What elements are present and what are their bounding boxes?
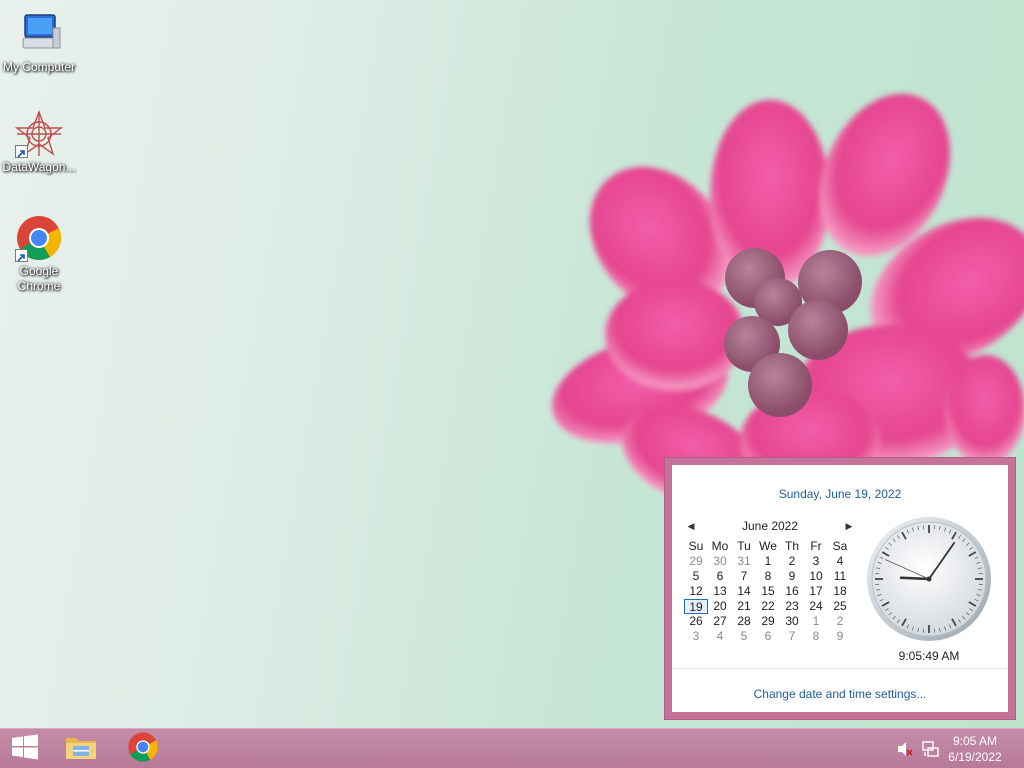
- digital-time: 9:05:49 AM: [898, 649, 960, 663]
- long-date-link[interactable]: Sunday, June 19, 2022: [672, 487, 1008, 501]
- desktop-icon-label: DataWagon...: [2, 160, 76, 174]
- calendar-day[interactable]: 22: [756, 599, 780, 614]
- calendar-day[interactable]: 4: [708, 629, 732, 644]
- calendar-day[interactable]: 24: [804, 599, 828, 614]
- calendar-day[interactable]: 21: [732, 599, 756, 614]
- calendar-day[interactable]: 31: [732, 554, 756, 569]
- tray-time: 9:05 AM: [952, 734, 998, 748]
- divider: [672, 668, 1008, 669]
- weekday-header: Fr: [810, 539, 822, 553]
- chrome-icon: [127, 731, 159, 768]
- calendar-day[interactable]: 12: [684, 584, 708, 599]
- calendar-day[interactable]: 1: [756, 554, 780, 569]
- calendar-day-today[interactable]: 19: [684, 599, 708, 614]
- calendar-day[interactable]: 2: [780, 554, 804, 569]
- calendar-day[interactable]: 20: [708, 599, 732, 614]
- start-button[interactable]: [0, 729, 50, 768]
- calendar-day[interactable]: 8: [756, 569, 780, 584]
- taskbar-file-explorer[interactable]: [56, 729, 106, 768]
- calendar-day[interactable]: 9: [828, 629, 852, 644]
- calendar-header: ◀ June 2022 ▶: [684, 517, 856, 535]
- calendar-day[interactable]: 6: [756, 629, 780, 644]
- month-calendar: ◀ June 2022 ▶ Su Mo Tu We Th Fr Sa 29 30 31 1 2 3 4 5 6…: [684, 517, 856, 644]
- desktop-icon-label: My Computer: [2, 60, 76, 74]
- calendar-day[interactable]: 25: [828, 599, 852, 614]
- calendar-day[interactable]: 29: [684, 554, 708, 569]
- desktop-icon-my-computer[interactable]: My Computer: [0, 10, 79, 75]
- calendar-day[interactable]: 11: [828, 569, 852, 584]
- weekday-header: Sa: [832, 539, 848, 553]
- calendar-day[interactable]: 7: [780, 629, 804, 644]
- calendar-day[interactable]: 1: [804, 614, 828, 629]
- desktop-icon-datawagon[interactable]: DataWagon...: [0, 110, 79, 175]
- calendar-day[interactable]: 3: [804, 554, 828, 569]
- calendar-day[interactable]: 17: [804, 584, 828, 599]
- tray-date: 6/19/2022: [948, 750, 1002, 764]
- speaker-muted-icon[interactable]: [896, 740, 914, 758]
- calendar-day[interactable]: 5: [684, 569, 708, 584]
- taskbar-clock[interactable]: 9:05 AM 6/19/2022: [940, 733, 1010, 765]
- weekday-header: Th: [784, 539, 799, 553]
- shortcut-arrow-icon: [15, 249, 28, 262]
- calendar-day[interactable]: 13: [708, 584, 732, 599]
- taskbar-google-chrome[interactable]: [118, 729, 168, 768]
- calendar-grid: Su Mo Tu We Th Fr Sa 29 30 31 1 2 3 4 5 6 7 8 9 10 11 12 13 14 1…: [684, 539, 856, 644]
- weekday-header: Tu: [737, 539, 751, 553]
- taskbar: 9:05 AM 6/19/2022: [0, 728, 1024, 768]
- calendar-day[interactable]: 6: [708, 569, 732, 584]
- chevron-right-icon[interactable]: ▶: [842, 521, 856, 532]
- analog-clock: [865, 515, 993, 643]
- calendar-day[interactable]: 5: [732, 629, 756, 644]
- calendar-day[interactable]: 30: [708, 554, 732, 569]
- date-time-flyout: Sunday, June 19, 2022 ◀ June 2022 ▶ Su Mo…: [664, 457, 1016, 720]
- folder-icon: [64, 732, 98, 767]
- weekday-header: We: [759, 539, 777, 553]
- chrome-icon: [15, 214, 63, 262]
- chevron-left-icon[interactable]: ◀: [684, 521, 698, 532]
- desktop-icon-label: Google Chrome: [17, 264, 61, 293]
- weekday-header: Su: [688, 539, 704, 553]
- calendar-day[interactable]: 27: [708, 614, 732, 629]
- calendar-day[interactable]: 4: [828, 554, 852, 569]
- calendar-day[interactable]: 26: [684, 614, 708, 629]
- computer-icon: [15, 10, 63, 58]
- flyout-panel: Sunday, June 19, 2022 ◀ June 2022 ▶ Su Mo…: [672, 465, 1008, 712]
- calendar-day[interactable]: 30: [780, 614, 804, 629]
- calendar-day[interactable]: 2: [828, 614, 852, 629]
- calendar-day[interactable]: 15: [756, 584, 780, 599]
- calendar-day[interactable]: 10: [804, 569, 828, 584]
- calendar-day[interactable]: 8: [804, 629, 828, 644]
- datawagon-icon: [14, 110, 64, 158]
- calendar-day[interactable]: 7: [732, 569, 756, 584]
- calendar-day[interactable]: 16: [780, 584, 804, 599]
- calendar-day[interactable]: 28: [732, 614, 756, 629]
- network-icon[interactable]: [921, 740, 939, 758]
- weekday-header: Mo: [711, 539, 729, 553]
- windows-logo-icon: [11, 733, 39, 766]
- desktop-icon-google-chrome[interactable]: Google Chrome: [0, 214, 79, 294]
- calendar-day[interactable]: 18: [828, 584, 852, 599]
- month-title[interactable]: June 2022: [742, 519, 798, 533]
- shortcut-arrow-icon: [15, 145, 28, 158]
- calendar-day[interactable]: 23: [780, 599, 804, 614]
- change-date-time-settings-link[interactable]: Change date and time settings...: [672, 687, 1008, 701]
- calendar-day[interactable]: 9: [780, 569, 804, 584]
- calendar-day[interactable]: 3: [684, 629, 708, 644]
- calendar-day[interactable]: 14: [732, 584, 756, 599]
- calendar-day[interactable]: 29: [756, 614, 780, 629]
